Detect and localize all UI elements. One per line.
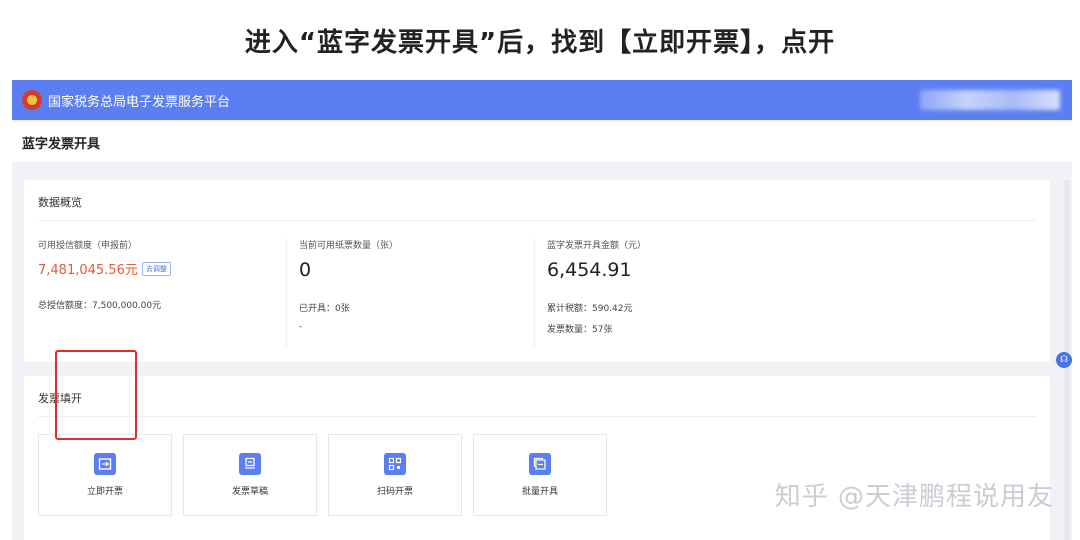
paper-value: 0 (299, 259, 312, 281)
tile-label: 批量开具 (521, 487, 558, 497)
credit-value: 7,481,045.56元 (38, 263, 138, 278)
tile-label: 发票草稿 (231, 487, 268, 497)
tutorial-caption: 进入“蓝字发票开具”后，找到【立即开票】，点开 (244, 27, 836, 58)
divider (38, 220, 1036, 221)
invoice-fill-card: 发票填开 立即开票 发票草稿 扫码开票 批量开具 (24, 376, 1050, 540)
credit-label: 可用授信额度（申报前） (38, 241, 138, 251)
amount-label: 蓝字发票开具金额（元） (547, 241, 647, 251)
tile-row: 立即开票 发票草稿 扫码开票 批量开具 (38, 434, 618, 516)
tile-label: 立即开票 (86, 487, 123, 497)
issue-now-icon (94, 453, 116, 475)
paper-invoice-stat: 当前可用纸票数量（张） 0 已开具：0张 - (286, 238, 529, 348)
tile-batch-issue[interactable]: 批量开具 (473, 434, 607, 516)
paper-label: 当前可用纸票数量（张） (299, 241, 399, 251)
qr-code-icon (384, 453, 406, 475)
platform-title: 国家税务总局电子发票服务平台 (48, 94, 231, 110)
app-window: 国家税务总局电子发票服务平台 蓝字发票开具 数据概览 可用授信额度（申报前） 7… (12, 80, 1072, 540)
page-header: 蓝字发票开具 (12, 122, 1072, 162)
amount-value: 6,454.91 (547, 259, 632, 281)
adjust-button[interactable]: 去调整 (141, 261, 171, 276)
tax-emblem-icon (22, 90, 42, 110)
overview-title: 数据概览 (38, 196, 82, 209)
total-credit: 总授信额度：7,500,000.00元 (38, 301, 162, 311)
divider (38, 416, 1036, 417)
draft-icon (239, 453, 261, 475)
invoice-count: 发票数量：57张 (547, 325, 613, 335)
top-bar: 国家税务总局电子发票服务平台 (12, 80, 1072, 120)
blue-invoice-amount-stat: 蓝字发票开具金额（元） 6,454.91 累计税额：590.42元 发票数量：5… (534, 238, 807, 348)
tile-scan-issue[interactable]: 扫码开票 (328, 434, 462, 516)
user-info-blurred[interactable] (920, 90, 1060, 110)
batch-icon (529, 453, 551, 475)
tile-label: 扫码开票 (376, 487, 413, 497)
highlight-box (55, 350, 137, 440)
headset-icon[interactable]: ☊ (1056, 352, 1072, 368)
page-title: 蓝字发票开具 (22, 136, 101, 152)
watermark: 知乎 @天津鹏程说用友 (774, 482, 1054, 512)
tile-issue-now[interactable]: 立即开票 (38, 434, 172, 516)
issued-extra: - (299, 322, 303, 332)
tile-draft[interactable]: 发票草稿 (183, 434, 317, 516)
data-overview-card: 数据概览 可用授信额度（申报前） 7,481,045.56元 去调整 总授信额度… (24, 180, 1050, 362)
issued-count: 已开具：0张 (299, 304, 350, 314)
total-tax: 累计税额：590.42元 (547, 304, 633, 314)
credit-stat: 可用授信额度（申报前） 7,481,045.56元 去调整 总授信额度：7,50… (38, 238, 268, 348)
